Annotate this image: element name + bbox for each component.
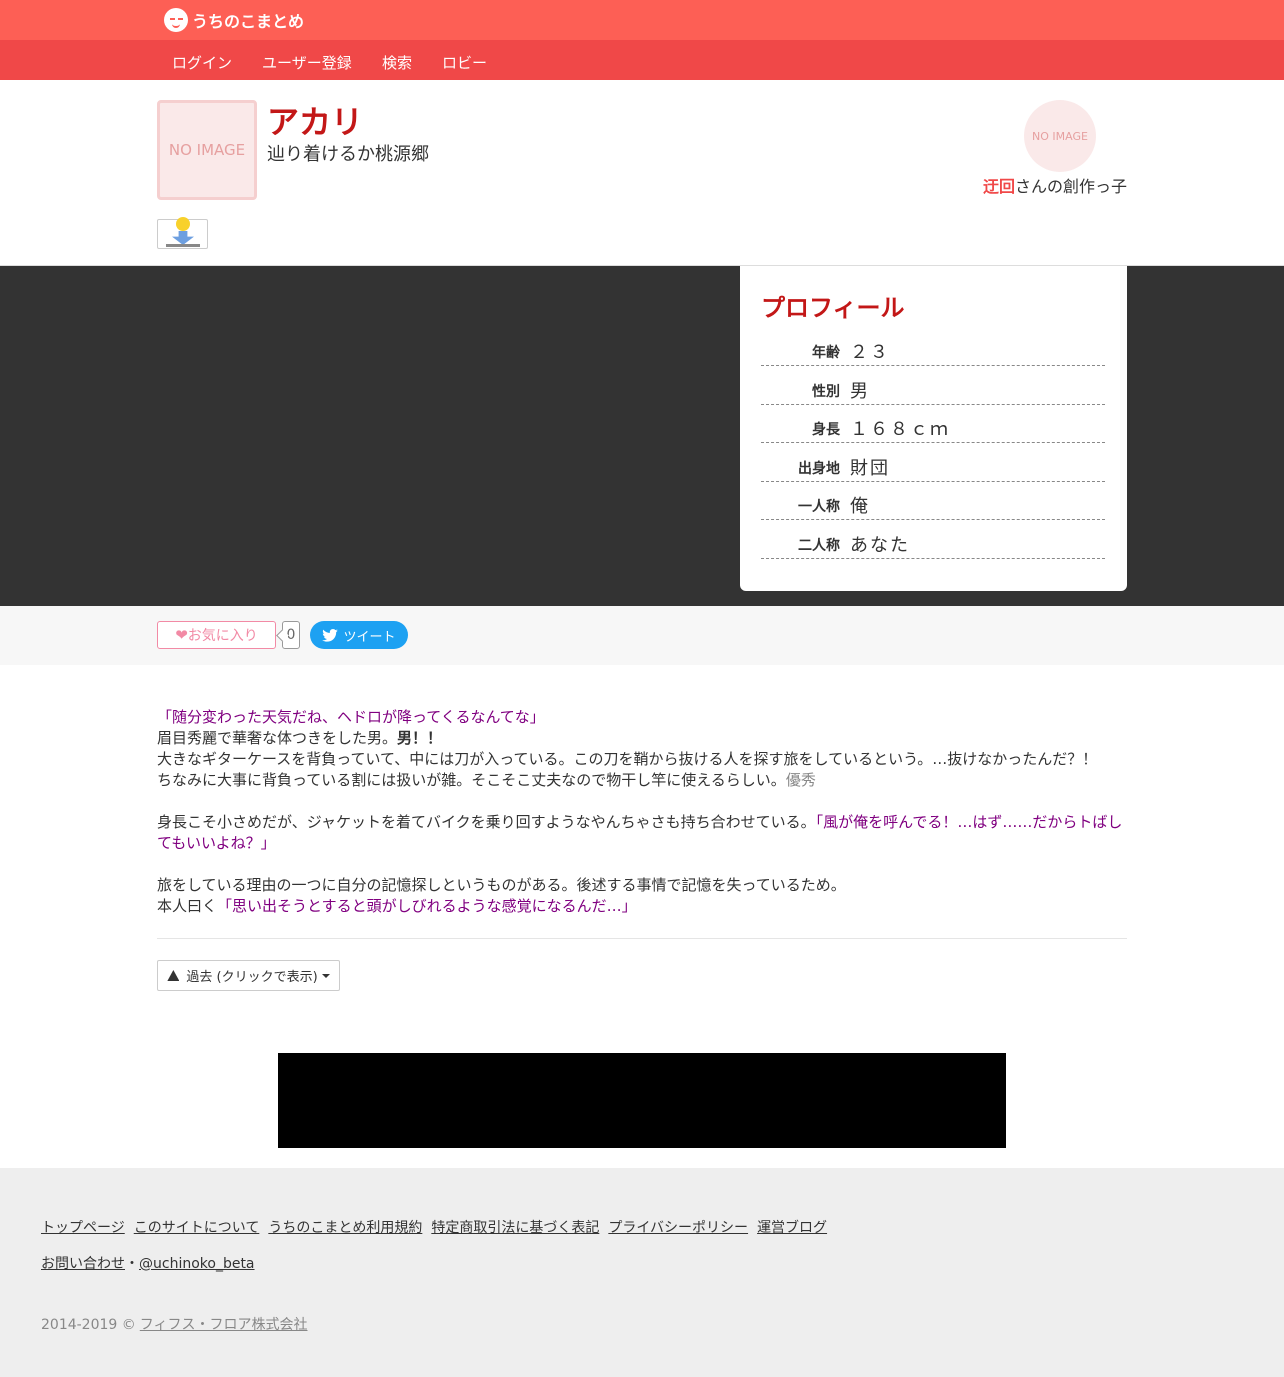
top-bar: うちのこまとめ bbox=[0, 0, 1284, 40]
profile-row: 二人称 あなた bbox=[761, 521, 1105, 559]
copyright-text: 2014-2019 © bbox=[41, 1317, 136, 1333]
plain-text: 眉目秀麗で華奢な体つきをした男。 bbox=[157, 729, 398, 747]
past-button-label: 過去 (クリックで表示) bbox=[186, 970, 318, 985]
profile-value: 男 bbox=[850, 381, 870, 402]
badge-base bbox=[166, 244, 200, 247]
profile-title: プロフィール bbox=[761, 294, 905, 322]
profile-card: プロフィール 年齢 ２３ 性別 男 身長 １６８ｃｍ 出身地 財団 一人称 俺 … bbox=[740, 266, 1127, 591]
profile-value: 財団 bbox=[850, 458, 890, 479]
plain-text: ちなみに大事に背負っている割には扱いが雑。そこそこ丈夫なので物干し竿に使えるらし… bbox=[157, 771, 786, 789]
nav-register[interactable]: ユーザー登録 bbox=[262, 52, 352, 73]
profile-key: 性別 bbox=[812, 384, 840, 400]
footer-link-top[interactable]: トップページ bbox=[41, 1220, 125, 1236]
profile-key: 出身地 bbox=[798, 461, 840, 477]
download-arrow-icon bbox=[172, 231, 194, 245]
profile-row: 年齢 ２３ bbox=[761, 328, 1105, 366]
profile-value: １６８ｃｍ bbox=[850, 419, 950, 440]
twitter-bird-icon bbox=[322, 628, 339, 642]
separator: ・ bbox=[125, 1256, 139, 1272]
sun-icon bbox=[176, 217, 190, 231]
footer-link-blog[interactable]: 運営ブログ bbox=[757, 1220, 827, 1236]
bold-text: 男！！ bbox=[397, 729, 443, 747]
nav-lobby[interactable]: ロビー bbox=[442, 52, 487, 73]
warning-icon bbox=[167, 970, 180, 981]
logo-text: うちのこまとめ bbox=[192, 12, 305, 31]
site-logo[interactable]: うちのこまとめ bbox=[164, 8, 304, 32]
character-avatar: NO IMAGE bbox=[157, 100, 257, 200]
footer: トップページ このサイトについて うちのこまとめ利用規約 特定商取引法に基づく表記 プラ… bbox=[0, 1168, 1284, 1377]
logo-face-icon bbox=[164, 8, 188, 32]
author-credit: 迂回さんの創作っ子 bbox=[983, 173, 1127, 197]
footer-contact: お問い合わせ・@uchinoko_beta bbox=[41, 1253, 255, 1273]
footer-link-terms[interactable]: うちのこまとめ利用規約 bbox=[268, 1220, 422, 1236]
description-line: 眉目秀麗で華奢な体つきをした男。男！！ bbox=[157, 728, 1127, 749]
description-line: 身長こそ小さめだが、ジャケットを着てバイクを乗り回すようなやんちゃさも持ち合わせ… bbox=[157, 812, 1127, 854]
twitter-link[interactable]: @uchinoko_beta bbox=[139, 1256, 255, 1272]
ad-banner[interactable] bbox=[278, 1053, 1006, 1148]
profile-key: 一人称 bbox=[798, 499, 840, 515]
description-line: 大きなギターケースを背負っていて、中には刀が入っている。この刀を鞘から抜ける人を… bbox=[157, 750, 1098, 768]
action-bar: ❤ お気に入り 0 ツイート bbox=[0, 606, 1284, 665]
profile-key: 身長 bbox=[812, 422, 840, 438]
footer-link-about[interactable]: このサイトについて bbox=[134, 1220, 260, 1236]
company-link[interactable]: フィフス・フロア株式会社 bbox=[140, 1317, 308, 1333]
quote-text: 「随分変わった天気だね、ヘドロが降ってくるなんてな」 bbox=[157, 708, 545, 726]
tweet-label: ツイート bbox=[343, 629, 396, 645]
profile-row: 出身地 財団 bbox=[761, 444, 1105, 482]
copyright: 2014-2019 © フィフス・フロア株式会社 bbox=[41, 1314, 308, 1334]
profile-key: 二人称 bbox=[798, 538, 840, 554]
tweet-button[interactable]: ツイート bbox=[310, 621, 408, 649]
heart-icon: ❤ bbox=[175, 626, 188, 644]
profile-value: あなた bbox=[850, 535, 910, 556]
profile-row: 性別 男 bbox=[761, 367, 1105, 405]
avatar-placeholder-text: NO IMAGE bbox=[168, 141, 246, 159]
author-avatar[interactable]: NO IMAGE bbox=[1024, 100, 1096, 172]
description-line: 旅をしている理由の一つに自分の記憶探しというものがある。後述する事情で記憶を失っ… bbox=[157, 876, 846, 894]
author-suffix: さんの創作っ子 bbox=[1014, 177, 1127, 196]
description-line: 「随分変わった天気だね、ヘドロが降ってくるなんてな」 bbox=[157, 707, 1127, 728]
footer-link-privacy[interactable]: プライバシーポリシー bbox=[608, 1220, 748, 1236]
favorite-label: お気に入り bbox=[187, 628, 258, 644]
favorite-button[interactable]: ❤ お気に入り bbox=[157, 621, 276, 649]
profile-value: 俺 bbox=[850, 496, 870, 517]
character-description: 「随分変わった天気だね、ヘドロが降ってくるなんてな」 眉目秀麗で華奢な体つきをし… bbox=[157, 707, 1127, 917]
quote-text: 「思い出そうとすると頭がしびれるような感覚になるんだ…」 bbox=[217, 897, 637, 915]
description-line: 本人曰く「思い出そうとすると頭がしびれるような感覚になるんだ…」 bbox=[157, 896, 1127, 917]
favorite-count: 0 bbox=[282, 621, 300, 649]
download-badge-button[interactable] bbox=[157, 217, 208, 249]
character-header: NO IMAGE アカリ 辿り着けるか桃源郷 NO IMAGE 迂回さんの創作っ… bbox=[0, 80, 1284, 266]
plain-text: 本人曰く bbox=[157, 897, 218, 915]
gray-text: 優秀 bbox=[785, 771, 816, 789]
contact-link[interactable]: お問い合わせ bbox=[41, 1256, 125, 1272]
footer-links: トップページ このサイトについて うちのこまとめ利用規約 特定商取引法に基づく表記 プラ… bbox=[41, 1217, 836, 1237]
past-toggle-button[interactable]: 過去 (クリックで表示) bbox=[157, 960, 340, 991]
author-avatar-placeholder: NO IMAGE bbox=[1032, 129, 1088, 143]
description-line: ちなみに大事に背負っている割には扱いが雑。そこそこ丈夫なので物干し竿に使えるらし… bbox=[157, 770, 1127, 791]
character-subtitle: 辿り着けるか桃源郷 bbox=[267, 144, 429, 165]
nav-login[interactable]: ログイン bbox=[172, 52, 232, 73]
nav-search[interactable]: 検索 bbox=[382, 52, 412, 73]
content-divider bbox=[157, 938, 1127, 939]
profile-key: 年齢 bbox=[812, 345, 840, 361]
main-nav: ログイン ユーザー登録 検索 ロビー bbox=[0, 40, 1284, 80]
character-name: アカリ bbox=[267, 103, 364, 141]
profile-row: 身長 １６８ｃｍ bbox=[761, 405, 1105, 443]
author-link[interactable]: 迂回 bbox=[983, 177, 1015, 196]
profile-row: 一人称 俺 bbox=[761, 482, 1105, 520]
plain-text: 身長こそ小さめだが、ジャケットを着てバイクを乗り回すようなやんちゃさも持ち合わせ… bbox=[157, 813, 816, 831]
footer-link-commerce[interactable]: 特定商取引法に基づく表記 bbox=[431, 1220, 599, 1236]
profile-value: ２３ bbox=[850, 342, 890, 363]
caret-down-icon bbox=[321, 973, 330, 978]
